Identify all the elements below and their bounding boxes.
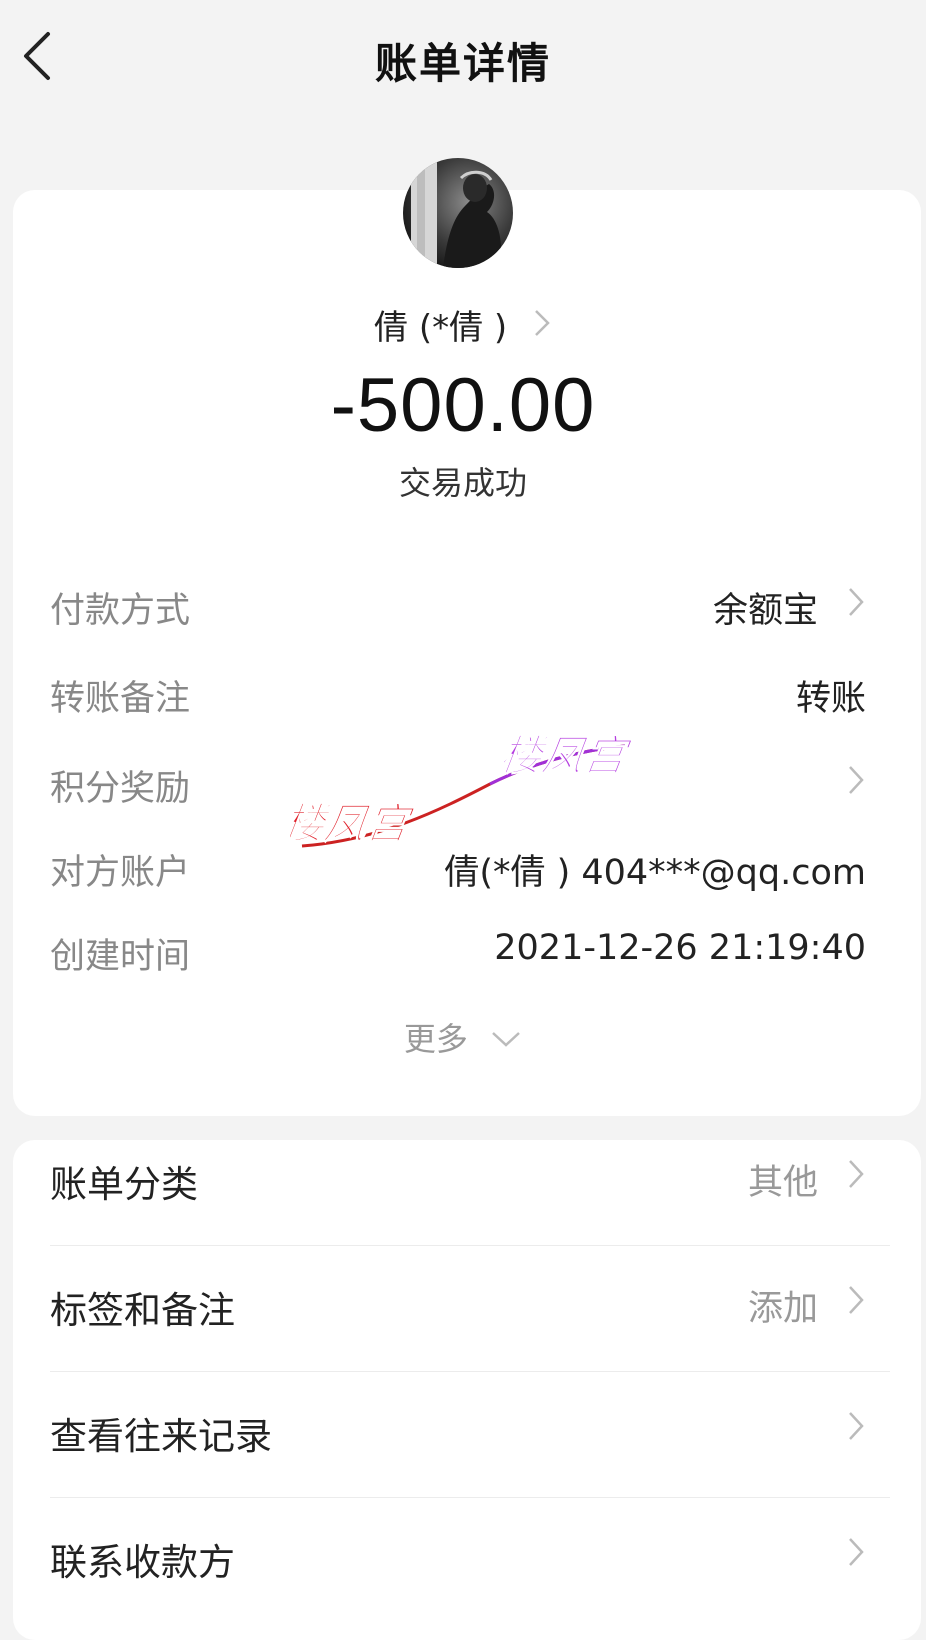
top-bar: 账单详情 — [0, 0, 926, 120]
chevron-right-icon — [846, 1284, 866, 1320]
bill-category-label: 账单分类 — [50, 1163, 198, 1206]
bill-category-value: 其他 — [747, 1163, 818, 1203]
chevron-right-icon — [846, 1410, 866, 1446]
transaction-status: 交易成功 — [398, 464, 527, 502]
watermark-text-right: 楼凤宫 — [497, 731, 636, 780]
chevron-right-icon — [846, 1158, 866, 1194]
transaction-amount: -500.00 — [330, 363, 596, 448]
chevron-right-icon — [846, 1536, 866, 1572]
transfer-note-label: 转账备注 — [50, 679, 191, 719]
tags-notes-value: 添加 — [747, 1289, 818, 1329]
watermark-text-left: 楼凤宫 — [290, 799, 418, 848]
points-reward-label: 积分奖励 — [50, 769, 191, 809]
payment-method-label: 付款方式 — [50, 591, 191, 631]
tags-notes-row[interactable]: 标签和备注 添加 — [50, 1256, 866, 1356]
created-time-label: 创建时间 — [50, 937, 191, 977]
chevron-right-icon — [846, 764, 866, 800]
watermark: 楼凤宫 楼凤宫 — [290, 731, 636, 849]
chevron-down-icon — [490, 1019, 522, 1057]
payee-avatar[interactable] — [403, 158, 513, 268]
contact-payee-row[interactable]: 联系收款方 — [50, 1508, 866, 1608]
contact-payee-label: 联系收款方 — [50, 1541, 235, 1584]
payment-method-value: 余额宝 — [712, 591, 818, 631]
chevron-right-icon — [846, 586, 866, 622]
created-time-row: 创建时间 2021-12-26 21:19:40 — [50, 920, 866, 977]
payee-name-row[interactable]: 倩 (*倩 ) — [0, 300, 926, 349]
divider — [50, 1497, 890, 1498]
transfer-note-value: 转账 — [795, 679, 866, 719]
payment-method-row[interactable]: 付款方式 余额宝 — [50, 574, 866, 631]
tags-notes-label: 标签和备注 — [50, 1289, 235, 1332]
avatar-image — [403, 158, 513, 268]
divider — [50, 1371, 890, 1372]
chevron-right-icon — [532, 307, 552, 347]
divider — [50, 1245, 890, 1246]
more-toggle[interactable]: 更多 — [0, 1014, 926, 1060]
created-time-value: 2021-12-26 21:19:40 — [494, 928, 866, 968]
page-title: 账单详情 — [374, 39, 551, 88]
payee-name: 倩 (*倩 ) — [374, 308, 508, 348]
counterparty-account-label: 对方账户 — [50, 853, 191, 893]
view-history-row[interactable]: 查看往来记录 — [50, 1382, 866, 1482]
bill-category-row[interactable]: 账单分类 其他 — [50, 1130, 866, 1230]
more-label: 更多 — [403, 1020, 468, 1058]
view-history-label: 查看往来记录 — [50, 1415, 272, 1458]
